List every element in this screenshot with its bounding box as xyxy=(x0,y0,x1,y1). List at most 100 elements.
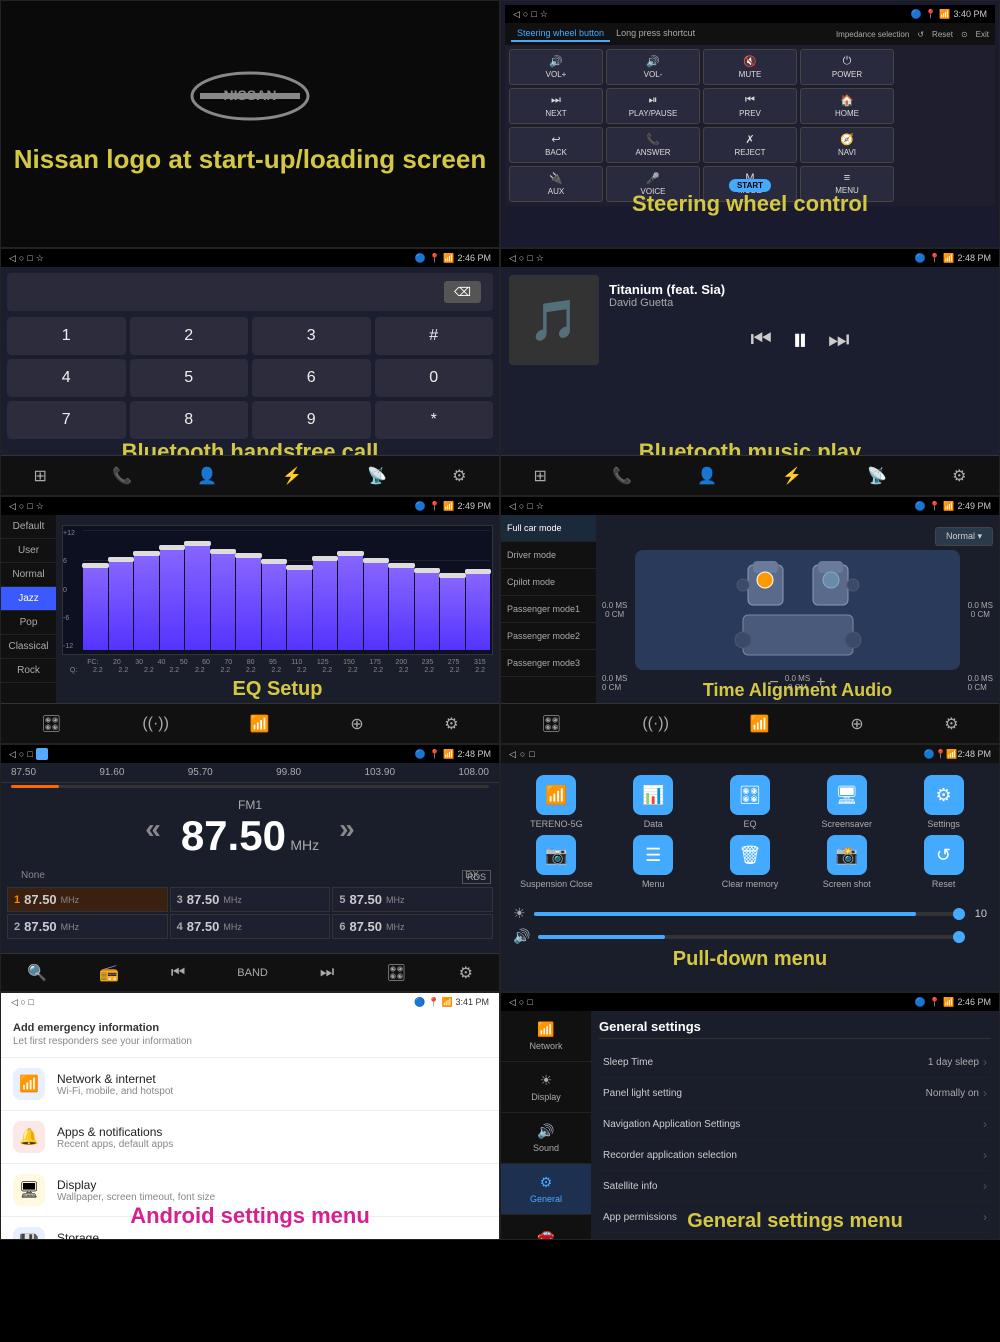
radio-search-icon[interactable]: 🔍 xyxy=(27,963,47,983)
radio-eq-icon[interactable]: 🎛 xyxy=(386,963,406,983)
freq-slider-track[interactable] xyxy=(11,785,489,788)
nav6-settings-icon[interactable]: ⚙ xyxy=(944,714,958,734)
dial-key-4[interactable]: 4 xyxy=(7,359,126,397)
pd-screensaver-item[interactable]: 🖥 Screensaver xyxy=(801,775,892,829)
sw-btn-reject[interactable]: ✗REJECT xyxy=(703,127,797,163)
pd-eq-icon[interactable]: 🎛 xyxy=(730,775,770,815)
pd-menu-item[interactable]: ☰ Menu xyxy=(608,835,699,889)
dial-key-star[interactable]: * xyxy=(375,401,494,439)
dial-key-2[interactable]: 2 xyxy=(130,317,249,355)
pd-data-icon[interactable]: 📊 xyxy=(633,775,673,815)
emergency-info[interactable]: Add emergency information Let first resp… xyxy=(1,1012,499,1058)
pd-clearmem-item[interactable]: 🗑 Clear memory xyxy=(705,835,796,889)
nav4-apps[interactable]: ⊞ xyxy=(534,466,547,486)
dial-key-9[interactable]: 9 xyxy=(252,401,371,439)
eq-preset-user[interactable]: User xyxy=(1,539,56,563)
sw-btn-vol-plus[interactable]: 🔊VOL+ xyxy=(509,49,603,85)
brightness-slider[interactable] xyxy=(534,912,959,916)
dial-key-3[interactable]: 3 xyxy=(252,317,371,355)
nav4-bt2[interactable]: 📡 xyxy=(867,466,887,486)
dial-key-7[interactable]: 7 xyxy=(7,401,126,439)
pd-suspension-icon[interactable]: 📷 xyxy=(536,835,576,875)
normal-button[interactable]: Normal ▾ xyxy=(935,527,993,546)
nav4-bt[interactable]: ⚡ xyxy=(782,466,802,486)
gs-sleep-time[interactable]: Sleep Time 1 day sleep › xyxy=(599,1047,991,1078)
gs-recorder[interactable]: Recorder application selection › xyxy=(599,1140,991,1171)
nav5-signal-icon[interactable]: 📶 xyxy=(250,714,270,734)
nav4-phone[interactable]: 📞 xyxy=(612,466,632,486)
volume-slider[interactable] xyxy=(538,935,959,939)
dial-key-5[interactable]: 5 xyxy=(130,359,249,397)
radio-next-icon[interactable]: ⏭ xyxy=(320,964,334,982)
ta-mode-passenger2[interactable]: Passenger mode2 xyxy=(501,623,596,650)
preset-2[interactable]: 2 87.50 MHz xyxy=(7,914,168,939)
radio-band-label[interactable]: BAND xyxy=(237,967,268,979)
next-btn[interactable]: ⏭ xyxy=(828,326,850,354)
sw-btn-play-pause[interactable]: ⏯PLAY/PAUSE xyxy=(606,88,700,124)
nav6-surround-icon[interactable]: ((·)) xyxy=(642,715,669,733)
preset-5[interactable]: 5 87.50 MHz xyxy=(332,887,493,912)
pd-screensaver-icon[interactable]: 🖥 xyxy=(827,775,867,815)
pd-screenshot-icon[interactable]: 📸 xyxy=(827,835,867,875)
pd-clearmem-icon[interactable]: 🗑 xyxy=(730,835,770,875)
nav5-target-icon[interactable]: ⊕ xyxy=(350,714,363,734)
gs-menu-display[interactable]: ☀ Display xyxy=(501,1062,591,1113)
gs-menu-original[interactable]: 🚗 Original xyxy=(501,1215,591,1240)
gs-panel-light[interactable]: Panel light setting Normally on › xyxy=(599,1078,991,1109)
dial-key-1[interactable]: 1 xyxy=(7,317,126,355)
pd-menu-icon[interactable]: ☰ xyxy=(633,835,673,875)
dial-key-0[interactable]: 0 xyxy=(375,359,494,397)
ta-mode-passenger1[interactable]: Passenger mode1 xyxy=(501,596,596,623)
prev-btn[interactable]: ⏮ xyxy=(750,326,772,354)
sw-btn-next[interactable]: ⏭NEXT xyxy=(509,88,603,124)
setting-network[interactable]: 📶 Network & internet Wi-Fi, mobile, and … xyxy=(1,1058,499,1111)
sw-btn-back[interactable]: ↩BACK xyxy=(509,127,603,163)
nav-settings-icon[interactable]: ⚙ xyxy=(452,466,466,486)
gs-menu-general[interactable]: ⚙ General xyxy=(501,1164,591,1215)
nav5-surround-icon[interactable]: ((·)) xyxy=(142,715,169,733)
radio-prev-icon[interactable]: ⏮ xyxy=(171,964,185,982)
backspace-button[interactable]: ⌫ xyxy=(444,281,481,303)
sw-btn-prev[interactable]: ⏮PREV xyxy=(703,88,797,124)
nav5-eq-icon[interactable]: 🎛 xyxy=(41,714,61,734)
ta-mode-fullcar[interactable]: Full car mode xyxy=(501,515,596,542)
eq-preset-classical[interactable]: Classical xyxy=(1,635,56,659)
radio-settings-icon[interactable]: ⚙ xyxy=(459,963,473,983)
pd-settings-item[interactable]: ⚙ Settings xyxy=(898,775,989,829)
gs-menu-sound[interactable]: 🔊 Sound xyxy=(501,1113,591,1164)
dial-key-8[interactable]: 8 xyxy=(130,401,249,439)
eq-preset-normal[interactable]: Normal xyxy=(1,563,56,587)
pd-suspension-item[interactable]: 📷 Suspension Close xyxy=(511,835,602,889)
sw-btn-mute[interactable]: 🔇MUTE xyxy=(703,49,797,85)
sw-btn-vol-minus[interactable]: 🔊VOL- xyxy=(606,49,700,85)
sw-btn-home[interactable]: 🏠HOME xyxy=(800,88,894,124)
sw-btn-navi[interactable]: 🧭NAVI xyxy=(800,127,894,163)
nav-bluetooth-icon[interactable]: ⚡ xyxy=(282,466,302,486)
eq-preset-jazz[interactable]: Jazz xyxy=(1,587,56,611)
ta-mode-passenger3[interactable]: Passenger mode3 xyxy=(501,650,596,677)
pd-reset-icon[interactable]: ↺ xyxy=(924,835,964,875)
freq-prev-btn[interactable]: « xyxy=(145,813,161,845)
pd-eq-item[interactable]: 🎛 EQ xyxy=(705,775,796,829)
nav4-settings[interactable]: ⚙ xyxy=(952,466,966,486)
nav6-eq-icon[interactable]: 🎛 xyxy=(541,714,561,734)
play-pause-btn[interactable]: ⏸ xyxy=(792,321,808,359)
nav-phone-icon[interactable]: 📞 xyxy=(112,466,132,486)
radio-scan-icon[interactable]: 📻 xyxy=(99,963,119,983)
pd-data-item[interactable]: 📊 Data xyxy=(608,775,699,829)
eq-preset-rock[interactable]: Rock xyxy=(1,659,56,683)
freq-next-btn[interactable]: » xyxy=(339,813,355,845)
dial-key-6[interactable]: 6 xyxy=(252,359,371,397)
sw-tab-longpress[interactable]: Long press shortcut xyxy=(610,26,701,42)
nav-apps-icon[interactable]: ⊞ xyxy=(34,466,47,486)
gs-menu-network[interactable]: 📶 Network xyxy=(501,1011,591,1062)
ta-mode-driver[interactable]: Driver mode xyxy=(501,542,596,569)
sw-btn-answer[interactable]: 📞ANSWER xyxy=(606,127,700,163)
sw-tab-button[interactable]: Steering wheel button xyxy=(511,26,610,42)
gs-satellite[interactable]: Satellite info › xyxy=(599,1171,991,1202)
nav-bt2-icon[interactable]: 📡 xyxy=(367,466,387,486)
nav6-signal-icon[interactable]: 📶 xyxy=(750,714,770,734)
gs-nav-app[interactable]: Navigation Application Settings › xyxy=(599,1109,991,1140)
dial-key-hash[interactable]: # xyxy=(375,317,494,355)
pd-reset-item[interactable]: ↺ Reset xyxy=(898,835,989,889)
